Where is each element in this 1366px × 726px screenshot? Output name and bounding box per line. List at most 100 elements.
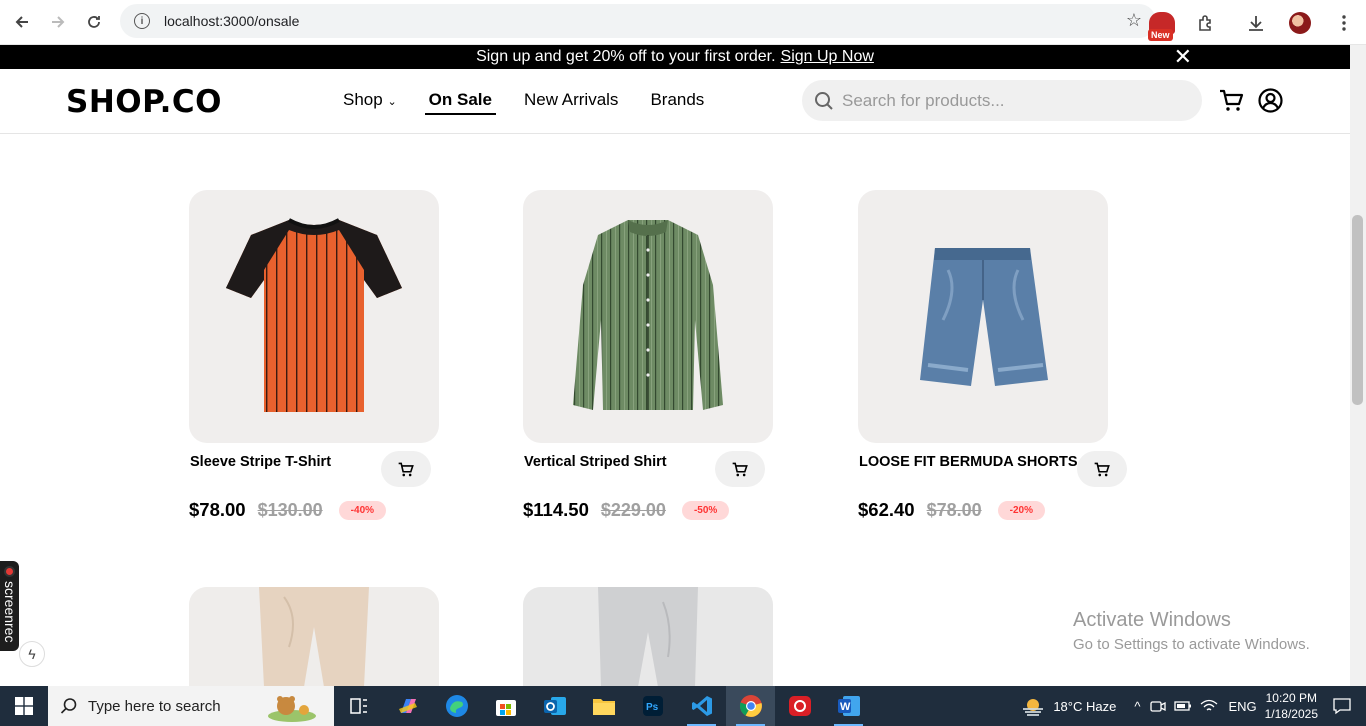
original-price: $78.00	[926, 499, 982, 520]
extension-new-button[interactable]: New	[1140, 3, 1184, 43]
edge-button[interactable]	[432, 686, 481, 726]
arrow-left-icon	[15, 16, 28, 28]
original-price: $130.00	[257, 499, 323, 520]
chevron-up-icon[interactable]: ^	[1134, 699, 1140, 714]
reload-button[interactable]	[76, 4, 112, 40]
notifications-icon[interactable]	[1332, 696, 1352, 716]
forward-button[interactable]	[40, 4, 76, 40]
site-header: SHOP.CO Shop ⌄ On Sale New Arrivals Bran…	[0, 69, 1350, 134]
product-card[interactable]: Sleeve Stripe T-Shirt $78.00 $130.00 -40…	[189, 190, 439, 520]
page-scrollbar-thumb[interactable]	[1352, 215, 1363, 405]
product-card[interactable]: LOOSE FIT BERMUDA SHORTS $62.40 $78.00 -…	[858, 190, 1127, 520]
browser-menu-button[interactable]	[1322, 3, 1366, 43]
product-name[interactable]: Sleeve Stripe T-Shirt	[190, 454, 331, 470]
store-icon	[495, 700, 516, 716]
user-circle-icon	[1258, 88, 1283, 113]
photoshop-button[interactable]: Ps	[628, 686, 677, 726]
site-info-icon[interactable]: i	[134, 13, 150, 29]
promo-banner: Sign up and get 20% off to your first or…	[0, 45, 1350, 69]
site-logo[interactable]: SHOP.CO	[66, 84, 222, 120]
current-price: $62.40	[858, 499, 915, 520]
product-image-partial[interactable]	[189, 587, 439, 687]
start-button[interactable]	[0, 686, 48, 726]
battery-icon[interactable]	[1174, 699, 1192, 713]
chrome-icon	[739, 695, 762, 717]
record-icon	[4, 566, 15, 577]
extensions-button[interactable]	[1184, 3, 1228, 43]
add-to-cart-button[interactable]	[715, 451, 765, 487]
nav-brands[interactable]: Brands	[650, 90, 704, 115]
account-button[interactable]	[1258, 88, 1283, 118]
trousers-image	[523, 587, 773, 687]
url-text: localhost:3000/onsale	[164, 13, 300, 29]
sign-up-link[interactable]: Sign Up Now	[781, 48, 874, 66]
vscode-icon	[691, 696, 712, 716]
language-indicator[interactable]: ENG	[1228, 699, 1256, 714]
address-bar[interactable]: i localhost:3000/onsale ☆	[120, 4, 1156, 38]
screenrec-widget[interactable]: screenrec	[0, 561, 19, 651]
close-icon[interactable]: ✕	[1174, 45, 1192, 69]
search-input[interactable]	[842, 90, 1182, 111]
chrome-button[interactable]	[726, 686, 775, 726]
search-icon	[60, 698, 77, 714]
nav-shop[interactable]: Shop ⌄	[343, 90, 397, 115]
outlook-button[interactable]	[530, 686, 579, 726]
copilot-button[interactable]	[383, 686, 432, 726]
windows-logo-icon	[15, 697, 33, 715]
watermark-title: Activate Windows	[1073, 609, 1231, 631]
product-image[interactable]	[858, 190, 1108, 443]
task-view-button[interactable]	[334, 686, 383, 726]
cart-icon	[398, 462, 414, 476]
product-image-partial[interactable]	[523, 587, 773, 687]
search-icon	[815, 91, 833, 110]
current-price: $114.50	[523, 499, 589, 520]
search-bar[interactable]	[802, 80, 1202, 121]
nav-shop-label: Shop	[343, 90, 383, 109]
weather-haze-icon	[1023, 699, 1044, 716]
file-explorer-button[interactable]	[579, 686, 628, 726]
taskbar-search[interactable]: Type here to search	[48, 686, 334, 726]
original-price: $229.00	[600, 499, 666, 520]
downloads-button[interactable]	[1234, 3, 1278, 43]
windows-taskbar: Type here to search Ps W 18°C Haze ^ ENG…	[0, 686, 1366, 726]
discount-badge: -50%	[681, 500, 730, 520]
wifi-icon[interactable]	[1200, 699, 1218, 713]
product-name[interactable]: Vertical Striped Shirt	[524, 454, 667, 470]
svg-text:Ps: Ps	[646, 702, 659, 713]
system-tray: 18°C Haze ^ ENG 10:20 PM 1/18/2025	[1021, 686, 1366, 726]
add-to-cart-button[interactable]	[381, 451, 431, 487]
main-nav: Shop ⌄ On Sale New Arrivals Brands	[343, 90, 736, 115]
clock-date: 1/18/2025	[1264, 707, 1318, 721]
product-name[interactable]: LOOSE FIT BERMUDA SHORTS	[859, 454, 1078, 470]
reload-icon	[88, 16, 100, 28]
weather-text[interactable]: 18°C Haze	[1053, 699, 1116, 714]
add-to-cart-button[interactable]	[1077, 451, 1127, 487]
word-icon: W	[837, 696, 860, 716]
product-card[interactable]: Vertical Striped Shirt $114.50 $229.00 -…	[523, 190, 773, 520]
promo-text: Sign up and get 20% off to your first or…	[476, 48, 776, 65]
nav-on-sale[interactable]: On Sale	[424, 90, 496, 115]
profile-button[interactable]	[1278, 3, 1322, 43]
meet-now-icon[interactable]	[1150, 698, 1167, 714]
download-icon	[1249, 15, 1263, 31]
trousers-image	[189, 587, 439, 687]
task-view-icon	[349, 698, 367, 714]
product-image[interactable]	[523, 190, 773, 443]
browser-toolbar: i localhost:3000/onsale ☆ New	[0, 0, 1366, 45]
chevron-down-icon: ⌄	[387, 96, 397, 108]
clock[interactable]: 10:20 PM 1/18/2025	[1265, 690, 1318, 722]
nav-new-arrivals[interactable]: New Arrivals	[524, 90, 618, 115]
back-button[interactable]	[4, 4, 40, 40]
bolt-icon[interactable]: ϟ	[19, 641, 45, 667]
store-button[interactable]	[481, 686, 530, 726]
outlook-icon	[543, 697, 566, 715]
product-image[interactable]	[189, 190, 439, 443]
vscode-button[interactable]	[677, 686, 726, 726]
clock-time: 10:20 PM	[1265, 691, 1317, 705]
current-price: $78.00	[189, 499, 246, 520]
tshirt-image	[226, 218, 402, 412]
word-button[interactable]: W	[824, 686, 873, 726]
taskbar-search-placeholder: Type here to search	[88, 697, 221, 715]
cart-button[interactable]	[1219, 89, 1244, 117]
creative-cloud-button[interactable]	[775, 686, 824, 726]
